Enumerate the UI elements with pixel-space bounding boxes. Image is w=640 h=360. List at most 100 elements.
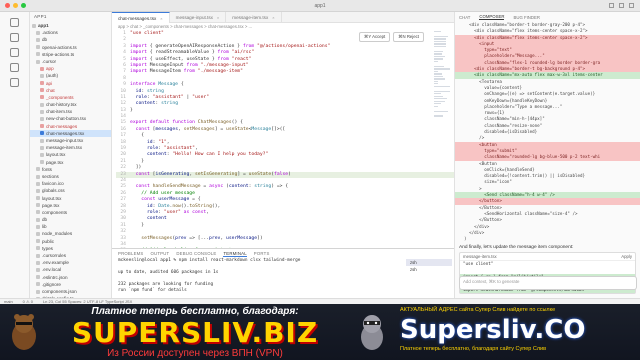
toggle-secondary-sidebar-icon[interactable] bbox=[629, 3, 634, 8]
toggle-panel-icon[interactable] bbox=[619, 3, 624, 8]
panel-tab[interactable]: DEBUG CONSOLE bbox=[176, 251, 216, 256]
tab-label: chat-messages.tsx bbox=[118, 15, 157, 21]
tree-item-label: app bbox=[46, 66, 54, 72]
tree-item[interactable]: types bbox=[30, 245, 111, 252]
source-control-icon[interactable] bbox=[10, 48, 19, 57]
editor-tab[interactable]: chat-messages.tsx × bbox=[112, 12, 170, 23]
tree-item[interactable]: db bbox=[30, 36, 111, 43]
tree-item[interactable]: openai-actions.ts bbox=[30, 44, 111, 51]
tree-item[interactable]: app bbox=[30, 65, 111, 72]
tree-item[interactable]: app1 bbox=[30, 22, 111, 29]
search-icon[interactable] bbox=[10, 33, 19, 42]
minimize-window-button[interactable] bbox=[13, 3, 18, 8]
composer-tab[interactable]: CHAT bbox=[459, 15, 470, 20]
banner-right: АКТУАЛЬНЫЙ АДРЕС сайта Супер Слив найдет… bbox=[400, 306, 630, 354]
composer-tab[interactable]: COMPOSER bbox=[479, 14, 505, 20]
line-content: setMessages(prev => [...prev, userMessag… bbox=[141, 235, 263, 241]
close-tab-icon[interactable]: × bbox=[272, 12, 274, 23]
apply-button[interactable]: Apply bbox=[621, 254, 632, 259]
breadcrumb[interactable]: app > chat > _components > chat-messages… bbox=[112, 23, 454, 31]
tree-item[interactable]: message-input.tsx bbox=[30, 137, 111, 144]
assistant-message: And finally, let's update the message it… bbox=[459, 245, 574, 251]
tree-item-label: chat-item.tsx bbox=[46, 109, 73, 115]
tree-item-label: types bbox=[42, 245, 53, 251]
minimap-line bbox=[434, 85, 450, 87]
terminal-output[interactable]: mckeeslin@local app1 % npm install react… bbox=[112, 258, 454, 294]
tree-item[interactable]: chat-messages.tsx bbox=[30, 129, 111, 137]
tree-item[interactable]: .gitignore bbox=[30, 281, 111, 288]
file-icon bbox=[36, 289, 40, 294]
minimap-line bbox=[434, 50, 443, 53]
close-tab-icon[interactable]: × bbox=[217, 12, 219, 23]
tree-item[interactable]: layout.tsx bbox=[30, 195, 111, 202]
watermark-banner: Платное теперь бесплатно, благодаря: SUP… bbox=[0, 304, 640, 360]
tree-item[interactable]: stripe-actions.ts bbox=[30, 51, 111, 58]
tree-item[interactable]: favicon.ico bbox=[30, 180, 111, 187]
tree-item[interactable]: api bbox=[30, 80, 111, 87]
close-tab-icon[interactable]: × bbox=[160, 13, 162, 24]
panel-tab[interactable]: PROBLEMS bbox=[118, 251, 143, 256]
tree-item[interactable]: _components bbox=[30, 94, 111, 101]
run-debug-icon[interactable] bbox=[10, 63, 19, 72]
minimap-line bbox=[434, 55, 446, 58]
tree-item[interactable]: public bbox=[30, 238, 111, 245]
tree-item[interactable]: fonts bbox=[30, 166, 111, 173]
tree-item-label: lib bbox=[42, 224, 47, 230]
tree-item-label: (auth) bbox=[46, 73, 59, 79]
tree-item[interactable]: chat-messages bbox=[30, 123, 111, 130]
file-icon bbox=[36, 174, 40, 179]
tree-item[interactable]: .actions bbox=[30, 29, 111, 36]
tree-item[interactable]: .env.local bbox=[30, 266, 111, 273]
tree-item[interactable]: page.tsx bbox=[30, 202, 111, 209]
tree-item-label: api bbox=[46, 80, 53, 86]
tree-item[interactable]: globals.css bbox=[30, 187, 111, 194]
panel-tab[interactable]: TERMINAL bbox=[223, 251, 247, 257]
extensions-icon[interactable] bbox=[10, 78, 19, 87]
composer-input[interactable]: Add context, ⌘K to generate bbox=[459, 276, 637, 290]
file-icon bbox=[40, 117, 44, 122]
tree-item-label: page.tsx bbox=[46, 159, 64, 165]
tree-item[interactable]: node_modules bbox=[30, 230, 111, 237]
tree-item[interactable]: components.json bbox=[30, 288, 111, 295]
tree-item[interactable]: chat bbox=[30, 87, 111, 94]
tree-item[interactable]: db bbox=[30, 216, 111, 223]
banner-left-brand: SUPERSLIV.BIZ bbox=[71, 316, 319, 349]
tree-item[interactable]: message-item.tsx bbox=[30, 144, 111, 151]
terminal-instance[interactable]: zsh bbox=[406, 259, 452, 266]
tree-item[interactable]: components bbox=[30, 209, 111, 216]
tree-item[interactable]: .cursorrules bbox=[30, 252, 111, 259]
file-icon bbox=[36, 30, 40, 35]
explorer-icon[interactable] bbox=[10, 18, 19, 27]
tree-item[interactable]: lib bbox=[30, 223, 111, 230]
tree-item[interactable]: .cursor bbox=[30, 58, 111, 65]
minimap[interactable] bbox=[434, 31, 450, 231]
editor-tab[interactable]: message-input.tsx × bbox=[170, 12, 227, 23]
tree-item-label: .gitignore bbox=[42, 281, 61, 287]
minimap-line bbox=[434, 31, 441, 33]
tree-item[interactable]: .eslintrc.json bbox=[30, 274, 111, 281]
tree-item[interactable]: layout.tsx bbox=[30, 151, 111, 158]
file-icon bbox=[40, 109, 44, 114]
tree-item[interactable]: .env.example bbox=[30, 259, 111, 266]
tab-label: message-item.tsx bbox=[232, 15, 269, 20]
file-icon bbox=[36, 282, 40, 287]
tree-item[interactable]: chat-history.tsx bbox=[30, 101, 111, 108]
composer-tab[interactable]: BUG FINDER bbox=[513, 15, 540, 20]
toggle-sidebar-icon[interactable] bbox=[609, 3, 614, 8]
tree-item[interactable]: new-chat-button.tsx bbox=[30, 115, 111, 122]
code-editor[interactable]: 1 "use client" 2 3 import { generateOpenAIRe… bbox=[112, 31, 454, 255]
tree-item-label: .cursor bbox=[42, 58, 57, 64]
tree-item[interactable]: sections bbox=[30, 173, 111, 180]
tree-item-label: sections bbox=[42, 173, 59, 179]
terminal-instance[interactable]: zsh bbox=[406, 266, 452, 273]
close-window-button[interactable] bbox=[5, 3, 10, 8]
tree-item[interactable]: page.tsx bbox=[30, 159, 111, 166]
maximize-window-button[interactable] bbox=[21, 3, 26, 8]
tree-item[interactable]: chat-item.tsx bbox=[30, 108, 111, 115]
layout-toggles bbox=[609, 3, 634, 8]
tree-item[interactable]: (auth) bbox=[30, 72, 111, 79]
editor-tab[interactable]: message-item.tsx × bbox=[226, 12, 282, 23]
minimap-line bbox=[434, 105, 439, 107]
panel-tab[interactable]: OUTPUT bbox=[150, 251, 169, 256]
panel-tab[interactable]: PORTS bbox=[254, 251, 270, 256]
